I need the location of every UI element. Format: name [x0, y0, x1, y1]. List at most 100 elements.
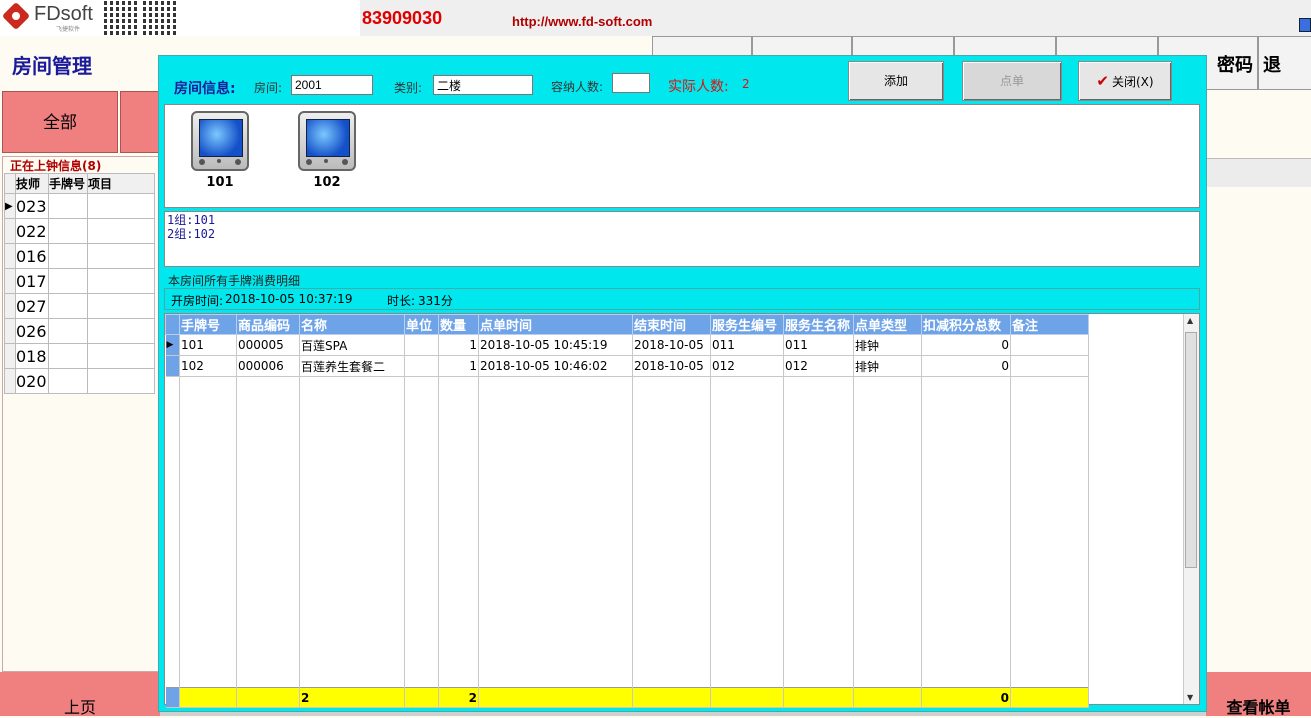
- column-header: 项目: [87, 173, 155, 194]
- total-cell: [404, 687, 439, 708]
- fdsoft-logo-icon: [1, 1, 31, 31]
- table-row[interactable]: 016: [4, 243, 155, 269]
- all-rooms-button[interactable]: 全部: [2, 91, 118, 153]
- totals-row: 2 2 0: [165, 687, 1089, 708]
- tech-id: 023: [15, 193, 49, 219]
- cell-quantity: 1: [438, 355, 479, 377]
- on-clock-table: 技师 手牌号 项目 ▶ 023 022 016 017 027 026 018 0…: [4, 173, 155, 394]
- cell-item-code: 000006: [236, 355, 300, 377]
- cell-unit: [404, 334, 439, 356]
- tech-id: 027: [15, 293, 49, 319]
- open-time-value: 2018-10-05 10:37:19: [225, 292, 353, 306]
- total-cell: [783, 687, 854, 708]
- cell-card-no: 101: [179, 334, 237, 356]
- column-header[interactable]: 名称: [299, 314, 405, 335]
- previous-page-button[interactable]: 上页: [0, 672, 160, 717]
- card-label: 101: [206, 175, 234, 190]
- open-time-label: 开房时间:: [171, 294, 224, 308]
- column-header[interactable]: 商品编码: [236, 314, 300, 335]
- duration-label: 时长:: [387, 294, 416, 308]
- cell-waiter-name: 011: [783, 334, 854, 356]
- cell-remark: [1010, 355, 1089, 377]
- column-header[interactable]: 数量: [438, 314, 479, 335]
- table-row[interactable]: 027: [4, 293, 155, 319]
- room-number-field[interactable]: [291, 75, 373, 95]
- capacity-field[interactable]: [612, 73, 650, 93]
- column-header[interactable]: 点单时间: [478, 314, 633, 335]
- qr-code-icon: [104, 1, 138, 35]
- open-time-bar: 开房时间: 2018-10-05 10:37:19 时长: 331分: [164, 288, 1200, 310]
- table-row[interactable]: ▶ 023: [4, 193, 155, 219]
- tech-id: 016: [15, 243, 49, 269]
- view-bill-button[interactable]: 查看帐单: [1206, 672, 1311, 717]
- total-cell: [1010, 687, 1089, 708]
- order-button[interactable]: 点单: [962, 61, 1062, 101]
- table-row[interactable]: 026: [4, 318, 155, 344]
- column-header[interactable]: 单位: [404, 314, 439, 335]
- cell-item-name: 百莲SPA: [299, 334, 405, 356]
- cell-item-code: 000005: [236, 334, 300, 356]
- consumption-grid: 手牌号 商品编码 名称 单位 数量 点单时间 结束时间 服务生编号 服务生名称 …: [164, 313, 1200, 708]
- tech-id: 022: [15, 218, 49, 244]
- consumption-table: 手牌号 商品编码 名称 单位 数量 点单时间 结束时间 服务生编号 服务生名称 …: [165, 314, 1089, 708]
- checkmark-icon: ✔: [1096, 72, 1109, 90]
- hand-card-panel: 101 102: [164, 104, 1200, 208]
- scrollbar-thumb[interactable]: [1185, 332, 1197, 568]
- tech-id: 020: [15, 368, 49, 394]
- floor-filter-button[interactable]: [120, 91, 160, 153]
- table-row[interactable]: 022: [4, 218, 155, 244]
- table-row[interactable]: 017: [4, 268, 155, 294]
- monitor-icon: [191, 111, 249, 171]
- table-row[interactable]: 020: [4, 368, 155, 394]
- website-url[interactable]: http://www.fd-soft.com: [512, 14, 652, 29]
- group-item: 2组:102: [167, 227, 216, 241]
- vertical-scrollbar[interactable]: ▲ ▼: [1183, 314, 1199, 704]
- cell-waiter-name: 012: [783, 355, 854, 377]
- column-header[interactable]: 服务生名称: [783, 314, 854, 335]
- tech-id: 018: [15, 343, 49, 369]
- exit-button[interactable]: 退: [1258, 36, 1311, 90]
- window-control-button[interactable]: [1299, 18, 1311, 32]
- cell-unit: [404, 355, 439, 377]
- table-row[interactable]: 102 000006 百莲养生套餐二 1 2018-10-05 10:46:02…: [165, 355, 1089, 377]
- actual-count-label: 实际人数:: [668, 79, 729, 95]
- header-strip: [360, 0, 1311, 36]
- table-row[interactable]: ▶ 101 000005 百莲SPA 1 2018-10-05 10:45:19…: [165, 334, 1089, 356]
- close-button[interactable]: ✔ 关闭(X): [1078, 61, 1172, 101]
- scroll-up-icon[interactable]: ▲: [1187, 316, 1193, 325]
- type-label: 类别:: [394, 81, 423, 95]
- room-info-label: 房间信息:: [174, 81, 236, 97]
- page-title: 房间管理: [12, 54, 92, 78]
- total-cell: [632, 687, 711, 708]
- column-header[interactable]: 点单类型: [853, 314, 922, 335]
- logo-text: FDsoft: [34, 3, 93, 25]
- table-row[interactable]: 018: [4, 343, 155, 369]
- actual-count-value: 2: [742, 77, 750, 91]
- column-header: 手牌号: [48, 173, 88, 194]
- column-header[interactable]: 扣减积分总数: [921, 314, 1011, 335]
- tech-id: 026: [15, 318, 49, 344]
- cell-order-time: 2018-10-05 10:45:19: [478, 334, 633, 356]
- right-header-strip: [1206, 158, 1311, 187]
- column-header: 技师: [15, 173, 49, 194]
- total-cell: [853, 687, 922, 708]
- room-type-field[interactable]: [433, 75, 533, 95]
- cell-order-time: 2018-10-05 10:46:02: [478, 355, 633, 377]
- column-header[interactable]: 服务生编号: [710, 314, 784, 335]
- column-header[interactable]: 手牌号: [179, 314, 237, 335]
- column-header[interactable]: 结束时间: [632, 314, 711, 335]
- cell-order-type: 排钟: [853, 334, 922, 356]
- group-list[interactable]: 1组:101 2组:102: [164, 211, 1200, 267]
- hand-card-101[interactable]: 101: [191, 111, 249, 190]
- logo-subtext: 飞捷软件: [56, 26, 81, 33]
- card-label: 102: [313, 175, 341, 190]
- cell-end-time: 2018-10-05: [632, 334, 711, 356]
- hand-card-102[interactable]: 102: [298, 111, 356, 190]
- scroll-down-icon[interactable]: ▼: [1187, 693, 1193, 702]
- column-header[interactable]: 备注: [1010, 314, 1089, 335]
- cell-card-no: 102: [179, 355, 237, 377]
- add-button[interactable]: 添加: [848, 61, 944, 101]
- logo-area: FDsoft 飞捷软件: [0, 0, 360, 36]
- cell-item-name: 百莲养生套餐二: [299, 355, 405, 377]
- detail-title: 本房间所有手牌消费明细: [168, 274, 301, 288]
